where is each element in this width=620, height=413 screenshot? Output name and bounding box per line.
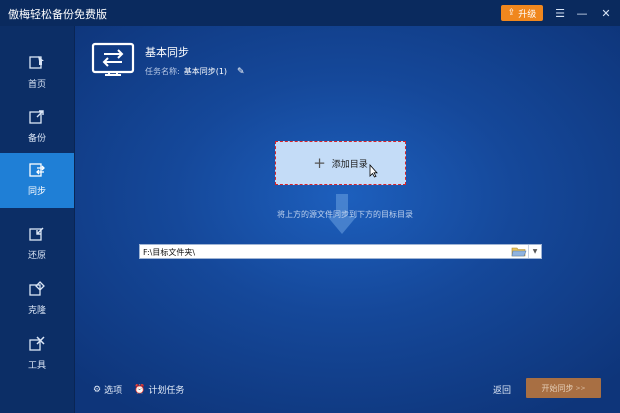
footer-left: ⚙ 选项 ⏰ 计划任务 [93,383,185,397]
sidebar-item-label: 克隆 [27,306,46,316]
gear-icon: ⚙ [93,384,102,395]
options-label: 选项 [104,386,123,396]
schedule-label: 计划任务 [148,386,185,396]
mouse-cursor-icon [369,164,378,178]
close-icon[interactable]: ✕ [598,5,614,21]
add-directory-label: 添加目录 [331,159,368,170]
add-directory-button[interactable]: + 添加目录 [275,141,406,185]
chevron-down-icon[interactable]: ▼ [528,245,541,258]
home-icon [29,56,44,69]
tools-icon [29,336,45,351]
upgrade-button[interactable]: ⇪ 升级 [501,5,543,21]
clock-icon: ⏰ [134,384,146,395]
sidebar-item-tools[interactable]: 工具 [0,327,74,382]
start-sync-suffix: >> [575,384,586,392]
title-bar: 傲梅轻松备份免费版 ⇪ 升级 ☰ — ✕ [0,0,620,26]
task-name-value: 基本同步(1) [183,67,228,76]
page-title: 基本同步 [145,46,189,59]
sidebar-item-label: 同步 [27,187,46,197]
browse-folder-icon[interactable] [511,246,527,257]
app-title: 傲梅轻松备份免费版 [8,8,107,21]
sidebar-item-label: 备份 [27,134,46,144]
minimize-icon[interactable]: — [574,5,590,21]
restore-icon [29,227,44,241]
sidebar-item-clone[interactable]: 克隆 [0,272,74,327]
sidebar-item-backup[interactable]: 备份 [0,100,74,155]
sidebar-item-label: 还原 [27,251,46,261]
task-name-row: 任务名称: 基本同步(1) ✎ [145,66,245,77]
clone-icon [29,281,45,296]
backup-icon [29,110,44,124]
app-window: 傲梅轻松备份免费版 ⇪ 升级 ☰ — ✕ 首页 备份 同步 还原 克隆 工具 基… [0,0,620,413]
upgrade-icon: ⇪ [507,8,516,18]
task-name-label: 任务名称: [145,67,180,76]
start-sync-label: 开始同步 [541,383,574,393]
start-sync-button[interactable]: 开始同步 >> [526,378,601,398]
sidebar-item-sync[interactable]: 同步 [0,153,74,208]
sidebar-item-restore[interactable]: 还原 [0,217,74,272]
sidebar-item-home[interactable]: 首页 [0,46,74,101]
main-panel: 基本同步 任务名称: 基本同步(1) ✎ + 添加目录 将上方的源文件同步到下方… [75,26,620,413]
options-button[interactable]: ⚙ 选项 [93,383,123,397]
sidebar-item-label: 工具 [27,361,46,371]
schedule-button[interactable]: ⏰ 计划任务 [134,383,185,397]
sidebar: 首页 备份 同步 还原 克隆 工具 [0,26,75,413]
target-path-field[interactable]: F:\目标文件夹\ ▼ [139,244,542,259]
upgrade-label: 升级 [518,9,537,20]
sidebar-item-label: 首页 [27,80,46,90]
target-path-value: F:\目标文件夹\ [143,248,196,257]
sync-monitor-icon [91,42,135,76]
plus-icon: + [313,153,326,172]
menu-icon[interactable]: ☰ [552,5,568,21]
back-button[interactable]: 返回 [493,383,511,396]
sync-icon [29,163,45,177]
edit-pencil-icon[interactable]: ✎ [237,67,245,77]
sync-hint-text: 将上方的源文件同步到下方的目标目录 [277,210,413,219]
